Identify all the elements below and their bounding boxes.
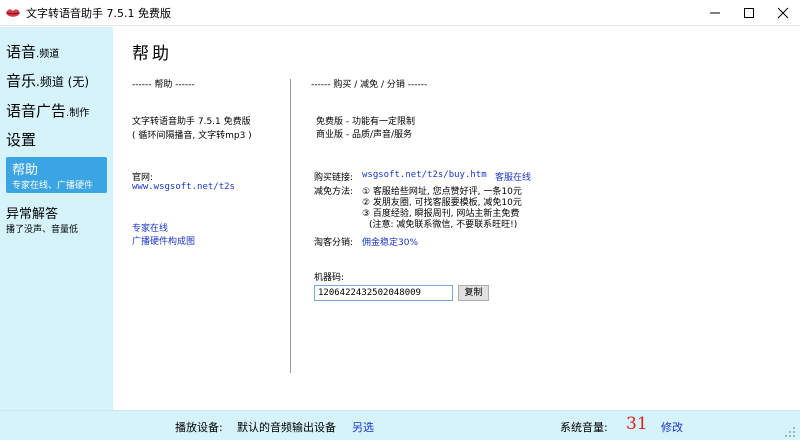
change-device-link[interactable]: 另选 — [352, 419, 374, 435]
copy-button[interactable]: 复制 — [458, 285, 489, 301]
music-sub-label: .频道 (无) — [36, 75, 90, 89]
commercial-edition-text: 商业版 - 品质/声音/服务 — [316, 130, 413, 140]
maximize-icon — [744, 8, 754, 18]
faq-sub-label: 播了没声、音量低 — [6, 225, 79, 235]
sidebar: 语音.频道 音乐.频道 (无) 语音广告.制作 设置 帮助 专家在线、广播硬件 … — [0, 27, 113, 410]
website-link[interactable]: www.wsgsoft.net/t2s — [132, 182, 235, 192]
section-divider — [290, 79, 291, 373]
help-title-label: 帮助 — [12, 163, 39, 178]
left-section-header: ------ 帮助 ------ — [132, 80, 195, 90]
help-panel: 帮助 ------ 帮助 ------ 文字转语音助手 7.5.1 免费版 ( … — [113, 27, 800, 410]
playback-device-label: 播放设备: — [175, 421, 223, 434]
title-bar: 文字转语音助手 7.5.1 免费版 — [0, 0, 800, 26]
resize-grip-icon[interactable] — [784, 426, 796, 438]
help-sub-label: 专家在线、广播硬件 — [12, 181, 94, 191]
faq-title-label: 异常解答 — [6, 207, 59, 222]
ad-sub-label: .制作 — [66, 108, 90, 119]
ad-main-label: 语音广告 — [6, 102, 67, 120]
maximize-button[interactable] — [732, 0, 766, 26]
discount-label: 减免方法: — [314, 187, 354, 197]
expert-online-link[interactable]: 专家在线 — [132, 221, 168, 234]
system-volume-value: 31 — [626, 414, 648, 434]
buy-link-label: 购买链接: — [314, 173, 354, 183]
sidebar-item-help[interactable]: 帮助 专家在线、广播硬件 — [6, 157, 107, 193]
edit-volume-link[interactable]: 修改 — [661, 419, 683, 435]
system-volume-label: 系统音量: — [560, 421, 608, 434]
machine-code-label: 机器码: — [314, 273, 345, 283]
music-main-label: 音乐 — [6, 72, 37, 90]
machine-code-field[interactable]: 1206422432502048009 — [314, 285, 453, 301]
sidebar-item-voice[interactable]: 语音.频道 — [6, 41, 107, 62]
app-lips-icon — [6, 9, 20, 17]
voice-main-label: 语音 — [6, 43, 37, 61]
page-title: 帮助 — [132, 44, 172, 64]
hardware-diagram-link[interactable]: 广播硬件构成图 — [132, 234, 195, 247]
minimize-button[interactable] — [698, 0, 732, 26]
sidebar-item-faq[interactable]: 异常解答 播了没声、音量低 — [6, 203, 107, 239]
settings-label: 设置 — [6, 131, 37, 149]
taobao-link[interactable]: 佣金稳定30% — [362, 235, 418, 248]
minimize-icon — [710, 12, 720, 14]
app-version-text: 文字转语音助手 7.5.1 免费版 — [132, 117, 251, 127]
voice-sub-label: .频道 — [36, 49, 60, 60]
free-edition-text: 免费版 - 功能有一定限制 — [316, 117, 415, 127]
close-icon — [777, 7, 789, 19]
sidebar-item-voice-ad[interactable]: 语音广告.制作 — [6, 100, 107, 121]
right-section-header: ------ 购买 / 减免 / 分销 ------ — [311, 80, 428, 90]
taobao-label: 淘客分销: — [314, 238, 354, 248]
app-description-text: ( 循环间隔播音, 文字转mp3 ) — [132, 131, 252, 141]
customer-service-link[interactable]: 客服在线 — [495, 170, 531, 183]
close-button[interactable] — [766, 0, 800, 26]
playback-device-value: 默认的音频输出设备 — [237, 421, 336, 434]
status-bar: 播放设备: 默认的音频输出设备 另选 系统音量: 31 修改 — [0, 410, 800, 440]
window-title: 文字转语音助手 7.5.1 免费版 — [26, 7, 171, 20]
sidebar-item-music[interactable]: 音乐.频道 (无) — [6, 70, 107, 91]
buy-link[interactable]: wsgsoft.net/t2s/buy.htm — [362, 170, 487, 180]
sidebar-item-settings[interactable]: 设置 — [6, 129, 107, 150]
discount-note: (注意: 减免联系微信, 不要联系旺旺!) — [369, 220, 518, 230]
